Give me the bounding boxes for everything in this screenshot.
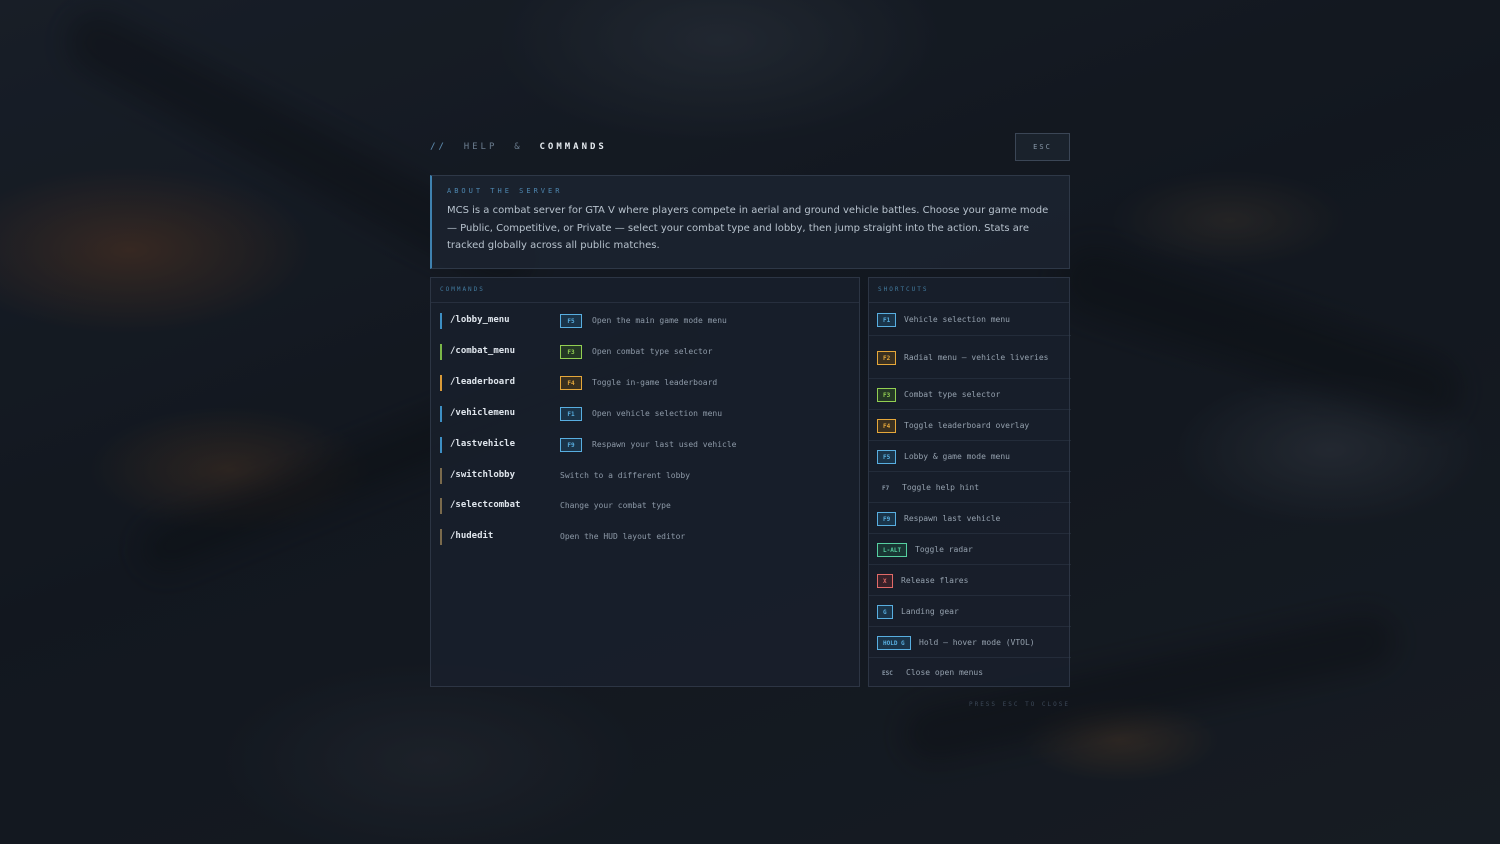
- command-row[interactable]: /vehiclemenu F1 Open vehicle selection men…: [440, 401, 852, 427]
- command-row[interactable]: /combat_menu F3 Open combat type selector: [440, 339, 852, 365]
- key-badge: F1: [560, 407, 582, 421]
- about-server-box: ABOUT THE SERVER MCS is a combat server …: [430, 175, 1070, 269]
- accent-bar: [440, 313, 442, 329]
- shortcuts-label: SHORTCUTS: [878, 286, 929, 293]
- shortcut-description: Release flares: [901, 576, 969, 585]
- shortcut-row: G Landing gear: [869, 595, 1071, 627]
- command-description: Open the main game mode menu: [592, 316, 727, 325]
- key-badge: F4: [877, 419, 897, 433]
- key-badge: F9: [877, 512, 897, 526]
- commands-label: COMMANDS: [440, 286, 485, 293]
- command-description: Open combat type selector: [592, 347, 713, 356]
- commands-section: COMMANDS /lobby_menu F5 Open the main game…: [430, 277, 860, 687]
- accent-bar: [440, 498, 442, 514]
- shortcut-row: ESC Close open menus: [869, 657, 1071, 688]
- about-text: MCS is a combat server for GTA V where p…: [447, 205, 1049, 251]
- key-badge: X: [877, 574, 893, 588]
- command-row[interactable]: /selectcombat Change your combat type: [440, 493, 852, 519]
- command-description: Change your combat type: [560, 501, 671, 510]
- shortcut-row: F9 Respawn last vehicle: [869, 502, 1071, 534]
- shortcut-description: Toggle leaderboard overlay: [904, 421, 1030, 430]
- title-commands: COMMANDS: [539, 142, 607, 152]
- shortcut-description: Vehicle selection menu: [904, 315, 1010, 324]
- command-row[interactable]: /lobby_menu F5 Open the main game mode men…: [440, 308, 852, 334]
- panel-header: // HELP & COMMANDS ESC: [430, 133, 1070, 162]
- key-badge: G: [877, 605, 893, 619]
- shortcut-description: Toggle radar: [915, 545, 973, 554]
- command-row[interactable]: /switchlobby Switch to a different lobby: [440, 463, 852, 489]
- close-button[interactable]: ESC: [1015, 133, 1070, 161]
- key-badge: L-ALT: [877, 543, 908, 557]
- command-name: /hudedit: [450, 531, 494, 541]
- key-badge: F5: [877, 450, 897, 464]
- key-badge: F2: [877, 351, 897, 365]
- shortcut-description: Toggle help hint: [902, 483, 980, 492]
- command-name: /vehiclemenu: [450, 408, 516, 418]
- accent-bar: [440, 468, 442, 484]
- key-badge: F1: [877, 313, 897, 327]
- accent-bar: [440, 406, 442, 422]
- shortcut-row: F4 Toggle leaderboard overlay: [869, 409, 1071, 441]
- close-hint: PRESS ESC TO CLOSE: [968, 701, 1070, 708]
- panel-title: // HELP & COMMANDS: [430, 142, 607, 152]
- shortcuts-section: SHORTCUTS F1 Vehicle selection menu F2 Radi…: [868, 277, 1071, 688]
- key-badge: F3: [560, 345, 582, 359]
- shortcut-row: F2 Radial menu — vehicle liveries: [869, 335, 1071, 379]
- command-description: Respawn your last used vehicle: [592, 440, 737, 449]
- key-badge: F5: [560, 314, 582, 328]
- shortcut-row: L-ALT Toggle radar: [869, 533, 1071, 565]
- help-commands-panel: // HELP & COMMANDS ESC ABOUT THE SERVER …: [430, 133, 1071, 713]
- shortcut-description: Radial menu — vehicle liveries: [904, 353, 1049, 362]
- command-row[interactable]: /leaderboard F4 Toggle in-game leaderboard: [440, 370, 852, 396]
- shortcut-row: F3 Combat type selector: [869, 378, 1071, 410]
- shortcut-row: F7 Toggle help hint: [869, 471, 1071, 503]
- command-name: /selectcombat: [450, 500, 521, 510]
- shortcut-description: Lobby & game mode menu: [904, 452, 1010, 461]
- key-badge: F9: [560, 438, 582, 452]
- accent-bar: [440, 529, 442, 545]
- command-description: Switch to a different lobby: [560, 471, 691, 480]
- title-help: HELP: [463, 142, 498, 152]
- title-slash: //: [430, 142, 447, 152]
- command-name: /lobby_menu: [450, 315, 510, 325]
- shortcut-row: F5 Lobby & game mode menu: [869, 440, 1071, 472]
- command-row[interactable]: /hudedit Open the HUD layout editor: [440, 524, 852, 550]
- key-badge: F3: [877, 388, 897, 402]
- shortcut-description: Respawn last vehicle: [904, 514, 1001, 523]
- command-name: /switchlobby: [450, 470, 516, 480]
- key-badge: F4: [560, 376, 582, 390]
- command-name: /leaderboard: [450, 377, 516, 387]
- command-description: Open vehicle selection menu: [592, 409, 723, 418]
- key-badge: F7: [882, 484, 890, 492]
- shortcut-description: Combat type selector: [904, 390, 1001, 399]
- accent-bar: [440, 375, 442, 391]
- command-description: Toggle in-game leaderboard: [592, 378, 718, 387]
- shortcut-row: X Release flares: [869, 564, 1071, 596]
- shortcut-description: Landing gear: [901, 607, 959, 616]
- accent-bar: [440, 344, 442, 360]
- accent-bar: [440, 437, 442, 453]
- about-label: ABOUT THE SERVER: [447, 187, 563, 195]
- shortcut-row: F1 Vehicle selection menu: [869, 304, 1071, 335]
- divider: [869, 302, 1069, 303]
- shortcut-row: HOLD G Hold — hover mode (VTOL): [869, 626, 1071, 658]
- key-badge: ESC: [882, 669, 893, 677]
- divider: [431, 302, 859, 303]
- shortcut-description: Hold — hover mode (VTOL): [919, 638, 1035, 647]
- title-amp: &: [514, 142, 523, 152]
- command-row[interactable]: /lastvehicle F9 Respawn your last used veh…: [440, 432, 852, 458]
- shortcut-description: Close open menus: [906, 668, 984, 677]
- command-description: Open the HUD layout editor: [560, 532, 686, 541]
- command-name: /combat_menu: [450, 346, 516, 356]
- key-badge: HOLD G: [877, 636, 911, 650]
- command-name: /lastvehicle: [450, 439, 516, 449]
